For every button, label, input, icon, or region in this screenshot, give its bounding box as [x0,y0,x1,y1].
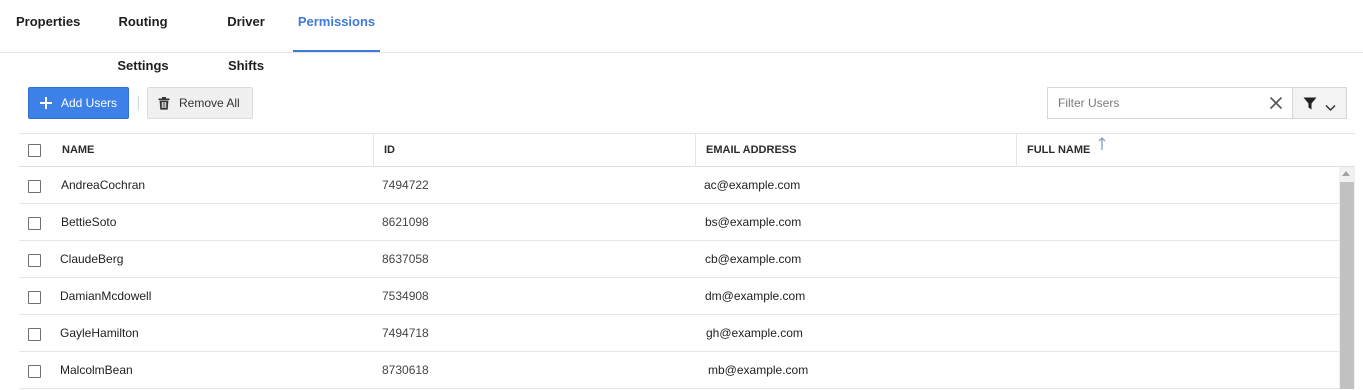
table-row[interactable]: GayleHamilton 7494718 gh@example.com [19,315,1339,352]
column-header-name[interactable]: NAME [62,134,94,167]
column-header-full-name[interactable]: FULL NAME [1027,134,1106,167]
cell-email: cb@example.com [705,252,802,266]
cell-name: MalcolmBean [60,363,133,377]
column-header-email[interactable]: EMAIL ADDRESS [706,134,796,167]
table-row[interactable]: DamianMcdowell 7534908 dm@example.com [19,278,1339,315]
row-checkbox[interactable] [28,254,41,267]
filter-menu-button[interactable] [1292,87,1347,119]
column-divider [695,134,696,167]
arrow-up-icon [1098,132,1106,165]
cell-id: 7534908 [382,289,429,303]
row-checkbox[interactable] [28,180,41,193]
tab-routing-settings[interactable]: Routing Settings [94,0,192,73]
add-users-label: Add Users [61,96,118,110]
column-header-full-name-label: FULL NAME [1027,144,1091,156]
row-checkbox[interactable] [28,328,41,341]
cell-name: GayleHamilton [60,326,139,340]
cell-email: gh@example.com [706,326,803,340]
tab-driver-shifts[interactable]: Driver Shifts [209,0,283,73]
trash-icon [158,96,170,110]
table-row[interactable]: BettieSoto 8621098 bs@example.com [19,204,1339,241]
plus-icon [40,97,52,109]
table-row[interactable]: MalcolmBean 8730618 mb@example.com [19,352,1339,389]
cell-id: 8621098 [382,215,429,229]
cell-email: bs@example.com [705,215,802,229]
chevron-down-icon [1325,99,1336,117]
table-row[interactable]: AndreaCochran 7494722 ac@example.com [19,167,1339,204]
scrollbar-thumb[interactable] [1340,182,1354,389]
column-divider [1016,134,1017,167]
cell-id: 7494718 [382,326,429,340]
row-checkbox[interactable] [28,365,41,378]
cell-id: 8637058 [382,252,429,266]
cell-email: mb@example.com [708,363,809,377]
table-row[interactable]: ClaudeBerg 8637058 cb@example.com [19,241,1339,278]
cell-email: ac@example.com [704,178,801,192]
filter-users-box [1047,87,1293,119]
column-header-id[interactable]: ID [384,134,395,167]
users-grid: NAME ID EMAIL ADDRESS FULL NAME AndreaCo… [19,133,1355,390]
tab-bar: Properties Routing Settings Driver Shift… [0,0,1363,73]
funnel-icon [1303,97,1317,115]
remove-all-button[interactable]: Remove All [147,87,253,119]
cell-name: DamianMcdowell [60,289,152,303]
cell-id: 8730618 [382,363,429,377]
toolbar-divider [138,96,139,110]
close-icon[interactable] [1269,96,1283,110]
cell-name: BettieSoto [61,215,117,229]
cell-id: 7494722 [382,178,429,192]
cell-name: ClaudeBerg [60,252,124,266]
row-checkbox[interactable] [28,291,41,304]
grid-header: NAME ID EMAIL ADDRESS FULL NAME [19,134,1355,167]
cell-email: dm@example.com [705,289,806,303]
cell-name: AndreaCochran [61,178,146,192]
tab-properties[interactable]: Properties [16,0,80,52]
filter-users-input[interactable] [1048,88,1263,118]
column-divider [373,134,374,167]
tab-permissions[interactable]: Permissions [293,0,380,52]
row-checkbox[interactable] [28,217,41,230]
select-all-checkbox[interactable] [28,144,41,157]
scroll-up-arrow-icon[interactable] [1342,171,1350,176]
add-users-button[interactable]: Add Users [28,87,129,119]
remove-all-label: Remove All [179,96,240,110]
